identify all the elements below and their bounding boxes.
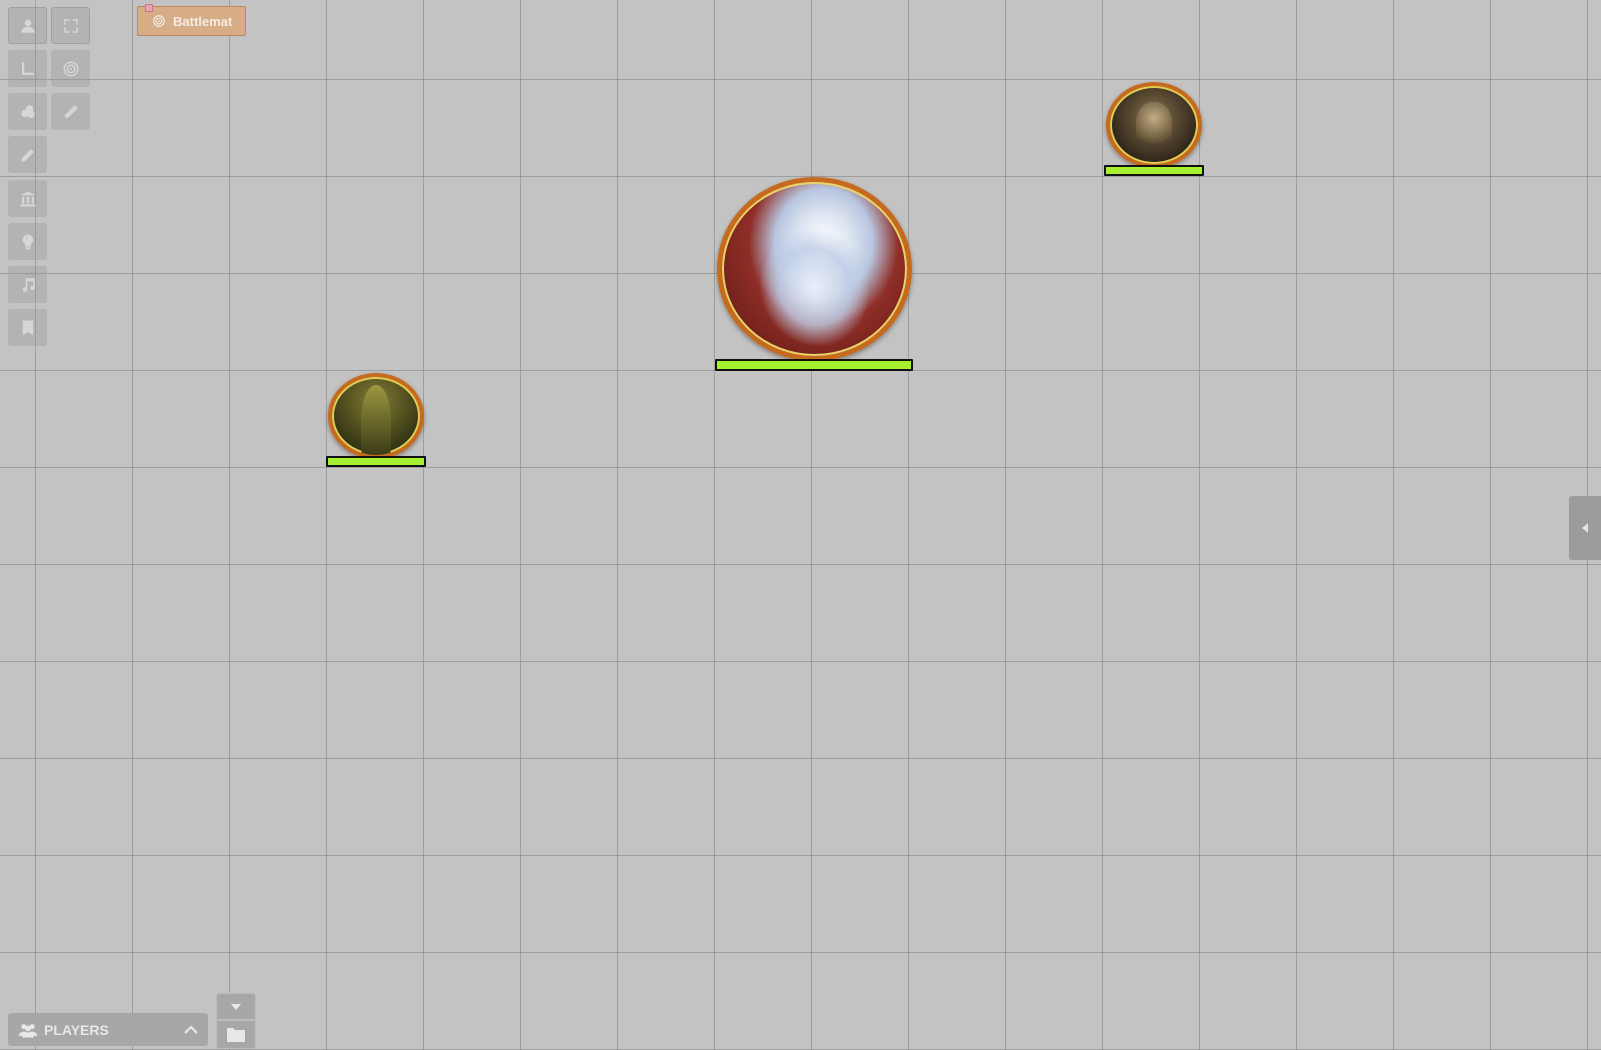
music-tool-button[interactable] — [8, 266, 47, 303]
pencil-icon — [20, 148, 34, 162]
bookmark-tool-button[interactable] — [8, 309, 47, 346]
folder-icon — [227, 1028, 245, 1042]
players-bar[interactable]: PLAYERS — [8, 1013, 208, 1046]
page-tab-battlemat[interactable]: Battlemat — [137, 4, 246, 36]
page-tab-label: Battlemat — [173, 13, 233, 29]
ruler-icon — [63, 104, 78, 119]
players-label: PLAYERS — [44, 1021, 109, 1038]
map-layer-icon — [21, 61, 34, 75]
cultist-token-health-bar — [326, 456, 426, 467]
collapse-button[interactable] — [216, 993, 256, 1020]
players-icon — [18, 1023, 38, 1037]
target-tool-button[interactable] — [51, 50, 90, 87]
cultist-token[interactable] — [328, 373, 424, 459]
lightbulb-icon — [22, 234, 33, 249]
measure-tool-button[interactable] — [51, 93, 90, 130]
lighting-tool-button[interactable] — [8, 223, 47, 260]
target-icon — [153, 15, 165, 27]
dice-tool-button[interactable] — [8, 93, 47, 130]
map-layer-tool-button[interactable] — [8, 50, 47, 87]
folder-button[interactable] — [216, 1020, 256, 1049]
target-icon — [63, 61, 78, 76]
monster-token-health-bar — [1104, 165, 1204, 176]
page-marker — [145, 4, 153, 12]
token-icon — [20, 19, 35, 33]
music-icon — [22, 277, 35, 292]
monster-token[interactable] — [1106, 82, 1202, 168]
caret-down-icon — [231, 1003, 241, 1010]
spirit-token-health-bar — [715, 359, 913, 371]
fullscreen-button[interactable] — [51, 7, 90, 44]
chevron-up-icon[interactable] — [184, 1024, 198, 1035]
spirit-token[interactable] — [717, 177, 912, 361]
fullscreen-icon — [63, 18, 78, 33]
dice-icon — [20, 104, 35, 118]
token-tool-button[interactable] — [8, 7, 47, 44]
bookmark-icon — [22, 320, 33, 335]
caret-left-icon — [1582, 523, 1588, 533]
library-tool-button[interactable] — [8, 180, 47, 217]
sidebar-toggle-handle[interactable] — [1569, 496, 1601, 560]
bank-icon — [20, 191, 35, 206]
draw-tool-button[interactable] — [8, 136, 47, 173]
